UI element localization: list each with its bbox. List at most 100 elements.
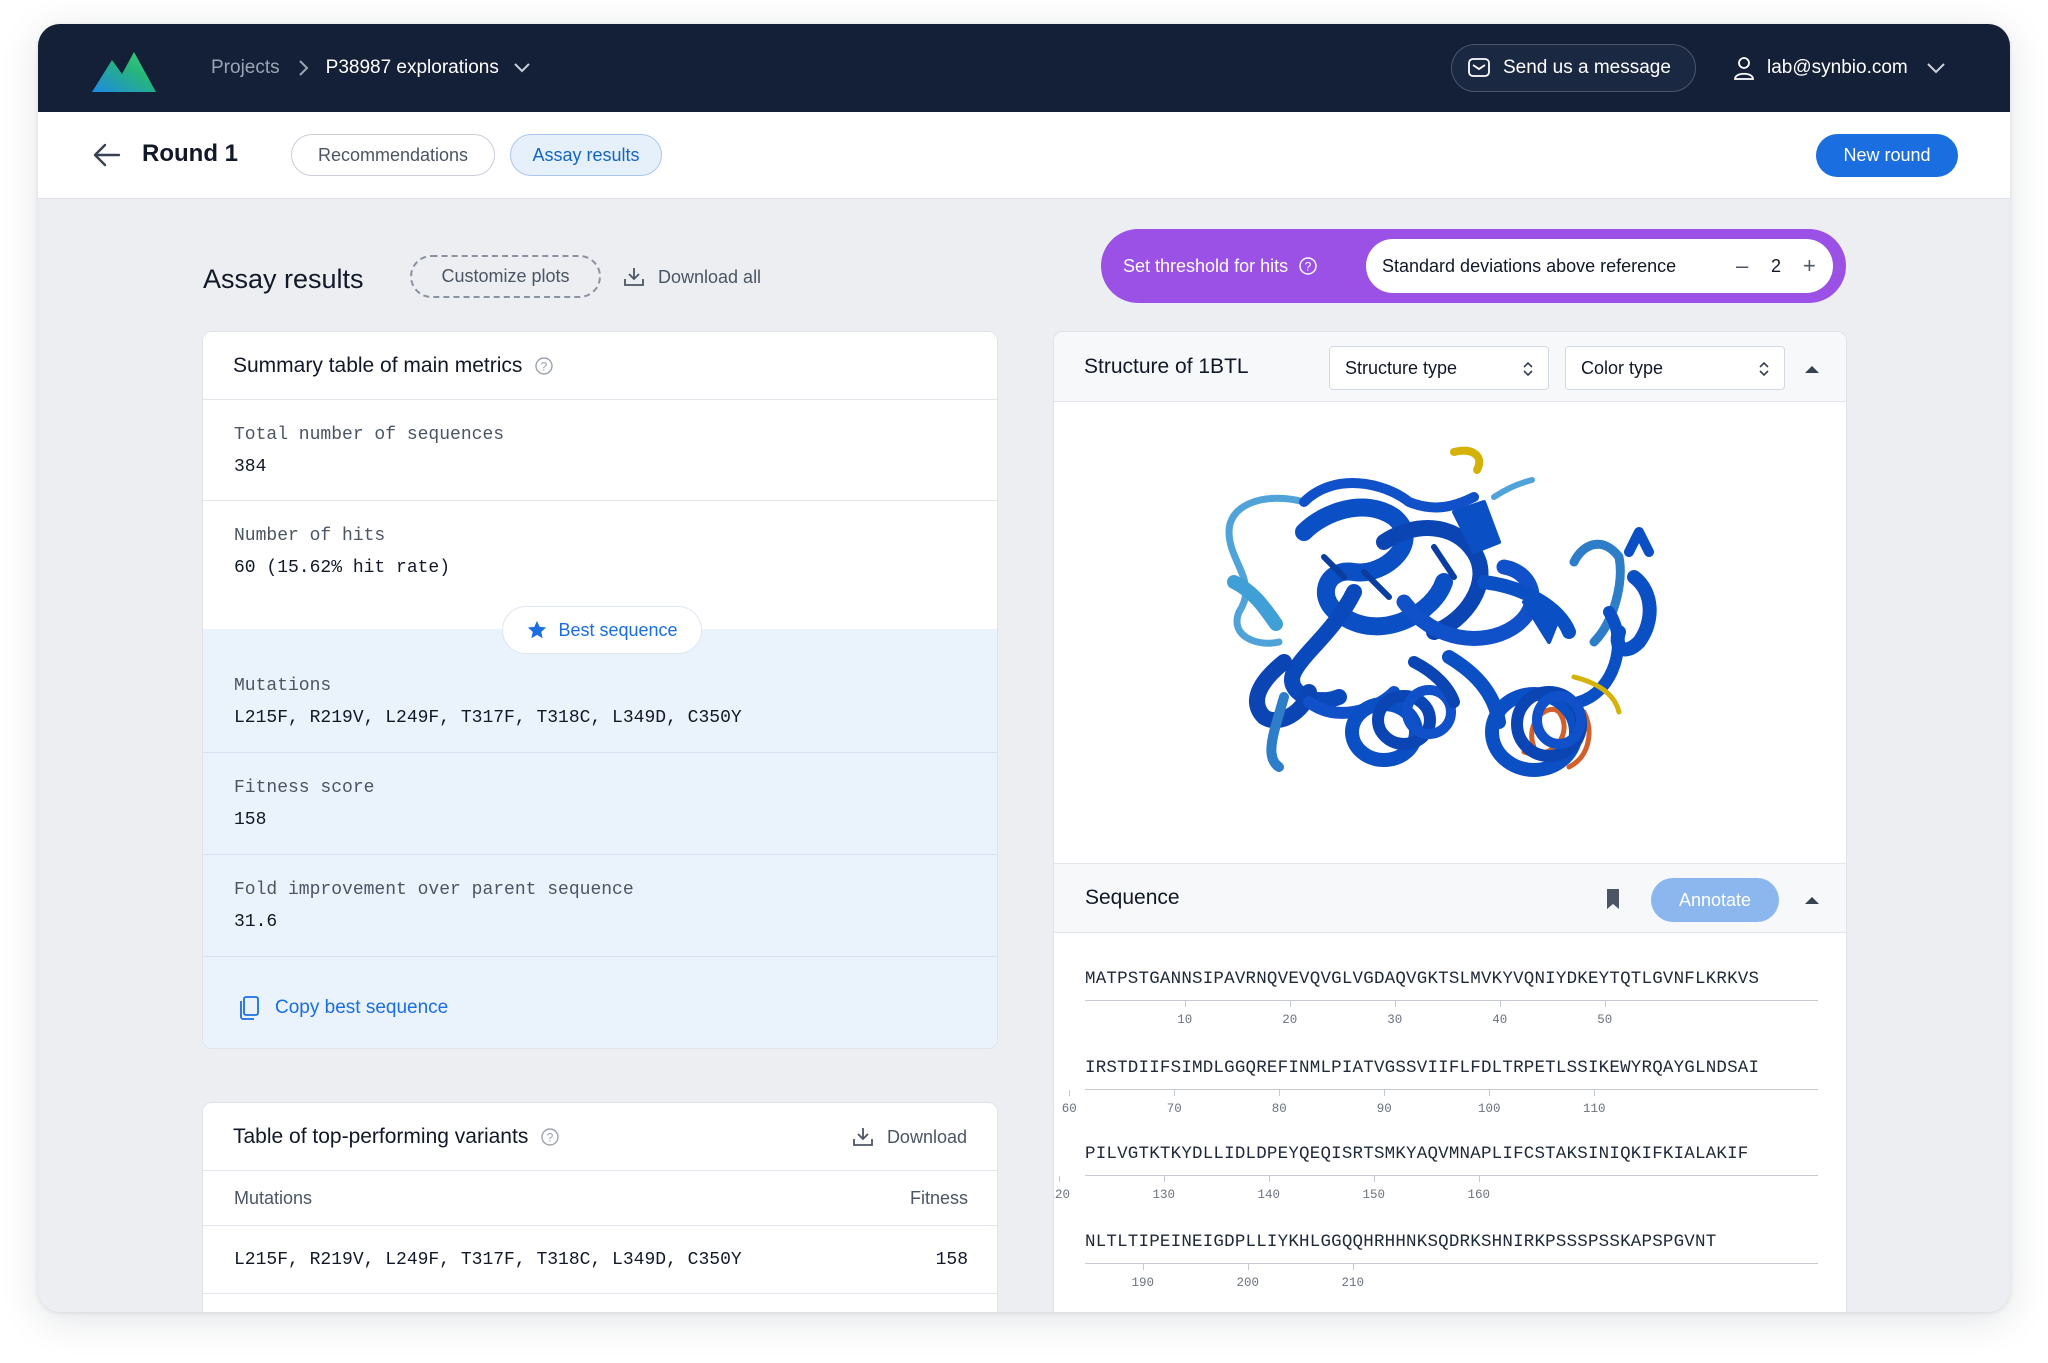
ruler-tick-label: 70 [1166,1102,1182,1116]
help-icon[interactable]: ? [1298,256,1318,276]
annotate-button[interactable]: Annotate [1651,878,1779,922]
app-logo-icon[interactable] [92,46,156,92]
ruler-tick [1184,1001,1186,1007]
download-all-button[interactable]: Download all [622,265,761,289]
ruler-tick [1247,1264,1249,1270]
ruler-tick-label: 50 [1597,1013,1613,1027]
ruler-tick [1163,1176,1165,1182]
chevron-right-icon [298,59,310,77]
metric-value: 384 [234,457,267,477]
send-message-button[interactable]: Send us a message [1451,44,1696,92]
download-all-label: Download all [658,266,762,287]
ruler-tick [1384,1090,1386,1096]
structure-type-value: Structure type [1345,357,1458,378]
sequence-line[interactable]: IRSTDIIFSIMDLGGQREFINMLPIATVGSSVIIFLFDLT… [1085,1058,1759,1078]
increment-button[interactable]: + [1803,239,1816,293]
structure-card-title: Structure of 1BTL [1084,354,1249,378]
back-arrow-icon[interactable] [92,142,122,168]
metric-label: Number of hits [234,526,386,546]
ruler-tick [1604,1001,1606,1007]
bookmark-icon[interactable] [1605,888,1621,910]
sequence-viewer[interactable]: MATPSTGANNSIPAVRNQVEVQVGLVGDAQVGKTSLMVKY… [1054,933,1846,1312]
table-header-row: Mutations Fitness [203,1171,997,1226]
best-sequence-badge: Best sequence [502,606,702,654]
sequence-line[interactable]: NLTLTIPEINEIGDPLLIYKHLGGQQHRHHNKSQDRKSHN… [1085,1232,1716,1252]
decrement-button[interactable]: – [1736,239,1748,293]
chevron-down-icon[interactable] [513,62,531,74]
tab-recommendations[interactable]: Recommendations [291,134,495,176]
help-icon[interactable]: ? [540,1127,560,1147]
sequence-ruler [1085,1263,1818,1264]
column-header-mutations[interactable]: Mutations [234,1188,312,1209]
metric-value: 60 (15.62% hit rate) [234,558,451,578]
ruler-tick [1058,1176,1060,1182]
breadcrumb-projects-link[interactable]: Projects [211,57,280,79]
ruler-tick [1174,1090,1176,1096]
section-title: Assay results [203,264,364,294]
ruler-tick [1352,1264,1354,1270]
collapse-caret-icon[interactable] [1804,364,1820,374]
ruler-tick-label: 40 [1492,1013,1508,1027]
metric-label: Total number of sequences [234,425,505,445]
help-icon[interactable]: ? [534,356,554,376]
threshold-label-group: Set threshold for hits ? [1123,229,1318,303]
threshold-metric: Standard deviations above reference [1382,255,1677,276]
ruler-tick [1499,1001,1501,1007]
protein-structure-viewer[interactable] [1054,402,1847,862]
customize-plots-button[interactable]: Customize plots [410,255,601,298]
ruler-tick-label: 110 [1582,1102,1606,1116]
ruler-tick-label: 10 [1177,1013,1193,1027]
ruler-tick-label: 160 [1467,1188,1491,1202]
metric-value: 31.6 [234,912,278,932]
ruler-tick-label: 190 [1131,1276,1155,1290]
color-type-select[interactable]: Color type [1565,346,1785,390]
round-title: Round 1 [142,140,238,167]
user-icon [1734,57,1754,80]
breadcrumb-project-name[interactable]: P38987 explorations [326,57,499,79]
chat-bubble-icon [1468,58,1490,77]
new-round-button[interactable]: New round [1816,134,1958,177]
app-window: Projects P38987 explorations Send us a m… [38,24,2010,1312]
user-menu[interactable]: lab@synbio.com [1733,24,1946,112]
copy-best-sequence-button[interactable]: Copy best sequence [237,995,448,1021]
ruler-tick [1069,1090,1071,1096]
collapse-caret-icon[interactable] [1804,895,1820,905]
ruler-tick [1489,1090,1491,1096]
sequence-line[interactable]: PILVGTKTKYDLLIDLDPEYQEQISRTSMKYAQVMNAPLI… [1085,1144,1749,1164]
variants-card-header: Table of top-performing variants ? Downl… [203,1103,997,1171]
ruler-tick-label: 100 [1477,1102,1501,1116]
top-navigation-bar: Projects P38987 explorations Send us a m… [38,24,2010,112]
ruler-tick-label: 130 [1152,1188,1176,1202]
summary-card-header: Summary table of main metrics ? [203,332,997,400]
best-sequence-section: Mutations L215F, R219V, L249F, T317F, T3… [203,629,997,1048]
ruler-tick-label: 140 [1257,1188,1281,1202]
copy-best-sequence-label: Copy best sequence [275,997,449,1018]
sequence-ruler [1085,1089,1818,1090]
copy-icon [240,996,259,1020]
structure-type-select[interactable]: Structure type [1329,346,1549,390]
user-email: lab@synbio.com [1767,57,1908,78]
metric-value: L215F, R219V, L249F, T317F, T318C, L349D… [234,708,742,728]
sequence-ruler [1085,1000,1818,1001]
ruler-tick-label: 30 [1387,1013,1403,1027]
summary-card: Summary table of main metrics ? Total nu… [202,331,998,1049]
threshold-stepper: Standard deviations above reference – 2 … [1366,239,1833,293]
metric-label: Fitness score [234,778,375,798]
metric-label: Mutations [234,676,332,696]
send-message-label: Send us a message [1503,57,1671,78]
download-icon [624,268,644,286]
ruler-tick [1594,1090,1596,1096]
table-row[interactable]: L215F, R219V, L249F, T317F, T318C, L349D… [203,1226,997,1294]
structure-card: Structure of 1BTL Structure type Color t… [1053,331,1847,1312]
ruler-tick-label: 150 [1362,1188,1386,1202]
ruler-tick-label: 120 [1054,1188,1071,1202]
svg-text:?: ? [541,359,548,373]
best-fitness-score: Fitness score 158 [203,753,997,855]
tab-assay-results[interactable]: Assay results [510,134,662,176]
variants-download-button[interactable]: Download [851,1103,967,1171]
threshold-value[interactable]: 2 [1771,239,1781,293]
ruler-tick-label: 60 [1061,1102,1077,1116]
column-header-fitness[interactable]: Fitness [910,1188,968,1209]
sequence-line[interactable]: MATPSTGANNSIPAVRNQVEVQVGLVGDAQVGKTSLMVKY… [1085,969,1759,989]
sequence-header: Sequence Annotate [1054,863,1846,933]
